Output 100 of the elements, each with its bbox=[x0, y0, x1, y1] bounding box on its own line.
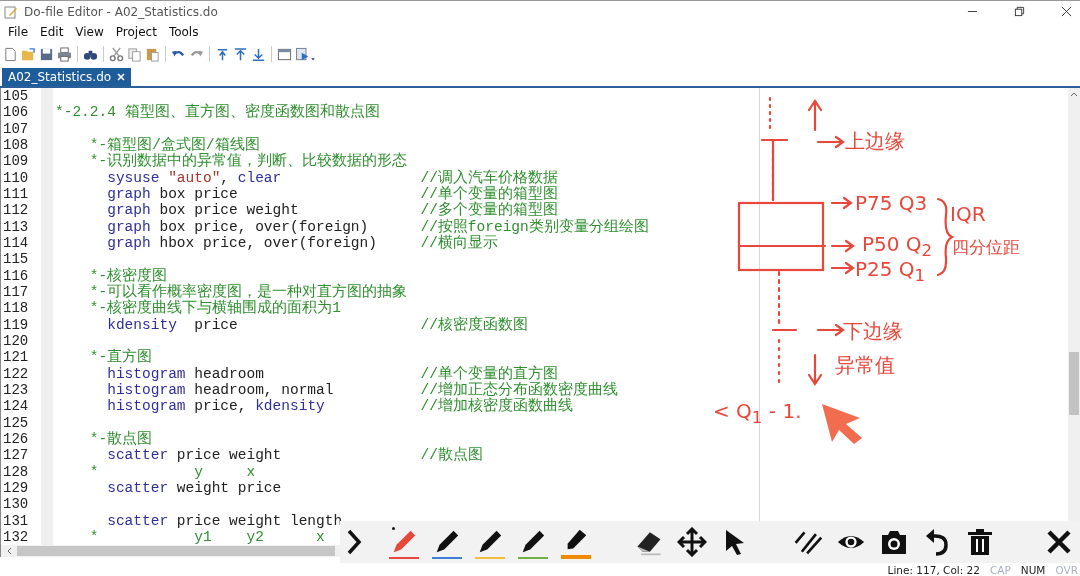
code-line: scatter price weight length bbox=[107, 512, 343, 529]
run-dropdown-icon[interactable] bbox=[295, 46, 316, 62]
line-number: 122 bbox=[2, 365, 30, 382]
new-file-icon[interactable] bbox=[3, 46, 18, 62]
handwritten-label: P75 Q3 bbox=[855, 192, 928, 214]
window-icon[interactable] bbox=[277, 46, 292, 62]
pointer-cursor-icon bbox=[822, 404, 862, 444]
code-comment: //横向显示 bbox=[420, 234, 498, 252]
code-comment: //单个变量的直方图 bbox=[420, 365, 558, 382]
code-line: sysuse "auto", clear bbox=[107, 169, 282, 186]
code-comment: //散点图 bbox=[420, 447, 483, 464]
menu-item[interactable]: File bbox=[4, 24, 37, 40]
line-number: 114 bbox=[2, 234, 30, 252]
code-line: * y1 y2 x bbox=[89, 528, 325, 545]
line-number: 105 bbox=[2, 88, 30, 105]
menu-item[interactable]: View bbox=[71, 24, 112, 40]
save-icon[interactable] bbox=[39, 46, 54, 62]
line-number: 110 bbox=[2, 169, 30, 186]
line-number: 121 bbox=[2, 349, 30, 366]
key-indicator: OVR bbox=[1055, 564, 1078, 576]
move-icon[interactable] bbox=[677, 527, 707, 557]
line-number: 130 bbox=[2, 496, 30, 513]
code-line: histogram headroom, normal bbox=[107, 381, 334, 399]
line-number: 120 bbox=[2, 332, 30, 350]
line-number: 106 bbox=[2, 104, 30, 121]
cursor-position: Line: 117, Col: 22 bbox=[887, 564, 980, 576]
selected-dot-icon bbox=[392, 527, 395, 530]
code-line: scatter weight price bbox=[107, 479, 282, 497]
code-comment: //增加核密度函数曲线 bbox=[420, 398, 573, 415]
line-number: 119 bbox=[2, 316, 30, 333]
code-line: *-2.2.4 箱型图、直方图、密度函数图和散点图 bbox=[55, 104, 380, 121]
window-title: Do-file Editor - A02_Statistics.do bbox=[24, 4, 218, 19]
code-line: *-直方图 bbox=[89, 349, 153, 366]
code-line: *-核密度曲线下与横轴围成的面积为1 bbox=[89, 300, 341, 317]
line-number: 132 bbox=[2, 528, 30, 546]
paste-icon[interactable] bbox=[145, 46, 160, 62]
restore-icon[interactable] bbox=[1014, 6, 1025, 17]
key-indicator: NUM bbox=[1020, 564, 1046, 576]
code-line: graph hbox price, over(foreign) bbox=[107, 234, 377, 252]
code-comment: //调入汽车价格数据 bbox=[420, 169, 558, 186]
code-line: *-可以看作概率密度图，是一种对直方图的抽象 bbox=[89, 283, 408, 300]
handwritten-label: P50 Q$_{2}$ bbox=[862, 233, 933, 261]
document-pencil-icon bbox=[4, 4, 18, 19]
handwritten-label: 异常值 bbox=[835, 354, 895, 376]
line-number: 126 bbox=[2, 430, 30, 448]
cut-icon[interactable] bbox=[109, 46, 124, 62]
line-number: 128 bbox=[2, 463, 30, 480]
line-number: 117 bbox=[2, 283, 30, 301]
line-number: 107 bbox=[2, 120, 30, 137]
chevron-right-icon[interactable] bbox=[346, 527, 362, 557]
file-tab[interactable]: A02_Statistics.do bbox=[2, 68, 132, 86]
handwritten-label: 下边缘 bbox=[843, 320, 903, 342]
print-icon[interactable] bbox=[57, 46, 72, 62]
code-line: *-识别数据中的异常值，判断、比较数据的形态 bbox=[89, 153, 408, 170]
scrollbar-thumb[interactable] bbox=[1069, 352, 1079, 415]
line-number: 109 bbox=[2, 153, 30, 170]
download-arrow-icon[interactable] bbox=[251, 46, 266, 62]
line-number: 116 bbox=[2, 267, 30, 284]
trash-icon[interactable] bbox=[965, 527, 995, 557]
line-number: 112 bbox=[2, 202, 30, 219]
code-comment: //按照foreign类别变量分组绘图 bbox=[420, 218, 649, 235]
handwritten-label: 上边缘 bbox=[845, 130, 905, 152]
line-number: 111 bbox=[2, 185, 30, 203]
line-number: 127 bbox=[2, 447, 30, 464]
handwritten-label: 四分位距 bbox=[952, 238, 1020, 257]
key-indicator: CAP bbox=[989, 564, 1011, 576]
code-line: histogram price, kdensity bbox=[107, 398, 325, 415]
line-number: 108 bbox=[2, 137, 30, 154]
line-number: 123 bbox=[2, 381, 30, 399]
code-comment: //单个变量的箱型图 bbox=[420, 185, 558, 202]
line-number: 113 bbox=[2, 218, 30, 235]
handwritten-label: < Q$_{1}$ - 1. bbox=[713, 400, 802, 428]
handwritten-label: IQR bbox=[950, 203, 986, 225]
scrollbar-thumb[interactable] bbox=[17, 546, 335, 556]
code-line: * y x bbox=[89, 463, 256, 480]
code-comment: //核密度函数图 bbox=[420, 316, 528, 333]
line-number: 115 bbox=[2, 251, 30, 268]
menu-item[interactable]: Tools bbox=[164, 24, 207, 40]
line-number: 131 bbox=[2, 512, 30, 529]
close-icon[interactable] bbox=[1061, 6, 1072, 17]
menu-item[interactable]: Edit bbox=[36, 24, 72, 40]
code-line: *-散点图 bbox=[89, 430, 153, 448]
line-number: 129 bbox=[2, 479, 30, 497]
scroll-left-icon[interactable] bbox=[6, 547, 12, 555]
code-line: *-核密度图 bbox=[89, 267, 168, 284]
code-line: kdensity price bbox=[107, 316, 238, 333]
code-line: graph box price weight bbox=[107, 202, 299, 219]
menu-item[interactable]: Project bbox=[111, 24, 165, 40]
upload-arrow-icon[interactable] bbox=[233, 46, 248, 62]
code-line: *-箱型图/盒式图/箱线图 bbox=[89, 137, 260, 153]
open-folder-icon[interactable] bbox=[21, 46, 36, 62]
code-line: scatter price weight bbox=[107, 447, 282, 464]
handwritten-label: P25 Q$_{1}$ bbox=[855, 258, 926, 286]
code-line: graph box price bbox=[107, 185, 238, 203]
line-number: 125 bbox=[2, 414, 30, 431]
code-comment: //增加正态分布函数密度曲线 bbox=[420, 381, 618, 398]
code-comment: //多个变量的箱型图 bbox=[420, 202, 558, 219]
scroll-up-icon[interactable] bbox=[1070, 91, 1078, 97]
code-line: histogram headroom bbox=[107, 365, 264, 382]
code-line: graph box price, over(foreign) bbox=[107, 218, 369, 235]
